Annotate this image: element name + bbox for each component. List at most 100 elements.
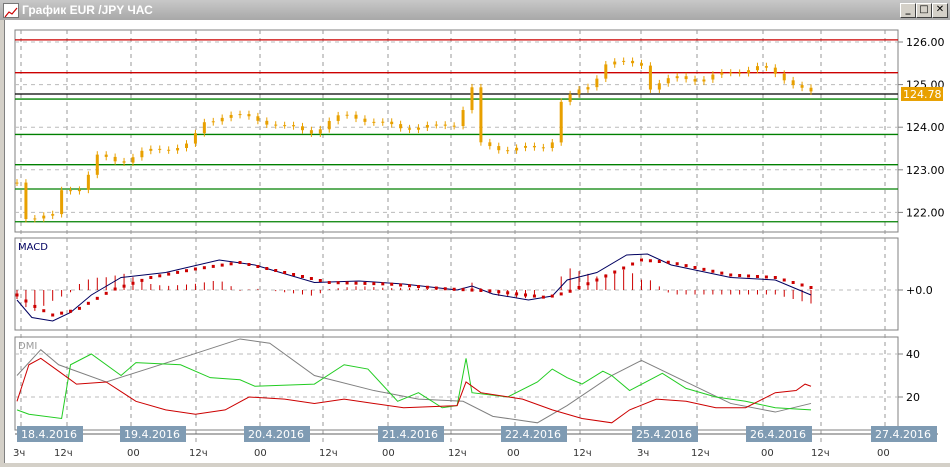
dmi-axis-label: 20: [906, 391, 920, 404]
candle-body: [69, 190, 73, 192]
candle-body: [586, 87, 590, 90]
macd-signal-dot: [220, 263, 224, 267]
candle-body: [167, 149, 171, 151]
candle-body: [336, 115, 340, 121]
macd-signal-dot: [158, 274, 162, 278]
macd-signal-dot: [292, 273, 296, 276]
candle-body: [185, 143, 189, 149]
date-label: 18.4.2016: [21, 428, 77, 441]
macd-signal-dot: [506, 291, 510, 295]
hour-label: 12ч: [573, 448, 592, 459]
macd-signal-dot: [515, 292, 519, 296]
price-axis-label: 124.00: [906, 121, 945, 134]
macd-signal-dot: [702, 267, 706, 271]
candle-body: [434, 124, 438, 126]
candle-body: [265, 120, 269, 125]
candle-body: [104, 154, 108, 157]
candle-body: [363, 118, 367, 122]
candle-body: [408, 128, 412, 130]
candle-body: [613, 61, 617, 65]
macd-signal-dot: [711, 269, 715, 273]
window-title: График EUR /JPY ЧАС: [22, 3, 153, 17]
macd-signal-dot: [738, 274, 742, 277]
macd-signal-dot: [416, 285, 420, 288]
macd-signal-dot: [461, 288, 465, 292]
macd-signal-dot: [497, 290, 501, 294]
macd-signal-dot: [327, 281, 331, 284]
candle-body: [755, 66, 759, 71]
macd-signal-dot: [238, 261, 242, 264]
candle-body: [470, 87, 474, 111]
chart-canvas[interactable]: 126.00125.00124.00123.00122.00124.78+0.0…: [5, 20, 950, 463]
hour-label: 12ч: [448, 448, 467, 459]
macd-signal-dot: [434, 286, 438, 290]
macd-signal-dot: [390, 282, 394, 286]
macd-signal-dot: [559, 292, 563, 296]
hour-label: 00: [127, 448, 140, 459]
candle-body: [524, 145, 528, 148]
macd-signal-dot: [300, 275, 304, 278]
candle-body: [390, 121, 394, 125]
hour-label: 12ч: [54, 448, 73, 459]
macd-signal-dot: [764, 275, 768, 279]
candle-body: [675, 76, 679, 79]
macd-signal-dot: [782, 278, 786, 282]
candle-body: [274, 124, 278, 126]
candle-body: [506, 150, 510, 152]
hour-label: 00: [761, 448, 774, 459]
candle-body: [747, 70, 751, 74]
candle-body: [122, 161, 126, 163]
macd-signal-dot: [809, 286, 813, 289]
candle-body: [77, 189, 81, 192]
chart-app-icon: [3, 3, 19, 18]
macd-signal-dot: [149, 276, 153, 279]
candle-body: [684, 76, 688, 80]
candle-body: [300, 126, 304, 131]
macd-signal-dot: [693, 266, 697, 269]
macd-signal-dot: [211, 264, 215, 268]
candle-body: [452, 125, 456, 127]
candle-body: [559, 101, 563, 143]
candle-body: [51, 214, 55, 216]
current-price-label: 124.78: [903, 88, 942, 101]
candle-body: [292, 125, 296, 127]
macd-signal-dot: [443, 287, 447, 291]
candle-body: [666, 78, 670, 84]
candle-body: [140, 150, 144, 158]
macd-signal-dot: [613, 270, 617, 274]
macd-signal-dot: [675, 262, 679, 266]
candle-body: [738, 72, 742, 74]
macd-signal-dot: [666, 260, 670, 264]
candle-body: [693, 79, 697, 82]
macd-signal-dot: [336, 281, 340, 285]
macd-signal-dot: [24, 299, 28, 303]
candle-body: [648, 65, 652, 90]
candle-body: [809, 87, 813, 92]
close-button[interactable]: ✕: [932, 3, 948, 18]
dmi-axis-label: 40: [906, 348, 920, 361]
macd-signal-dot: [247, 263, 251, 266]
candle-body: [791, 80, 795, 86]
macd-label: MACD: [18, 242, 48, 253]
macd-signal-dot: [104, 291, 108, 295]
macd-signal-dot: [274, 269, 278, 272]
maximize-button[interactable]: □: [916, 3, 932, 18]
hour-label: 00: [254, 448, 267, 459]
macd-signal-dot: [176, 270, 180, 274]
macd-signal-dot: [568, 289, 572, 293]
candle-body: [782, 73, 786, 81]
candle-body: [773, 67, 777, 74]
date-label: 22.4.2016: [505, 428, 561, 441]
macd-signal-dot: [631, 262, 635, 266]
macd-pane: [14, 237, 899, 331]
candle-body: [577, 89, 581, 95]
candle-body: [33, 218, 37, 220]
candle-body: [381, 121, 385, 123]
minimize-button[interactable]: _: [900, 3, 916, 18]
macd-signal-dot: [193, 267, 197, 271]
candle-body: [131, 157, 135, 163]
macd-signal-dot: [265, 267, 269, 270]
hour-label: 3ч: [637, 448, 649, 459]
chart-area[interactable]: 126.00 125.00 124.00 123.00 122.00 124.78 +0.0…: [4, 20, 950, 463]
candle-body: [604, 64, 608, 79]
